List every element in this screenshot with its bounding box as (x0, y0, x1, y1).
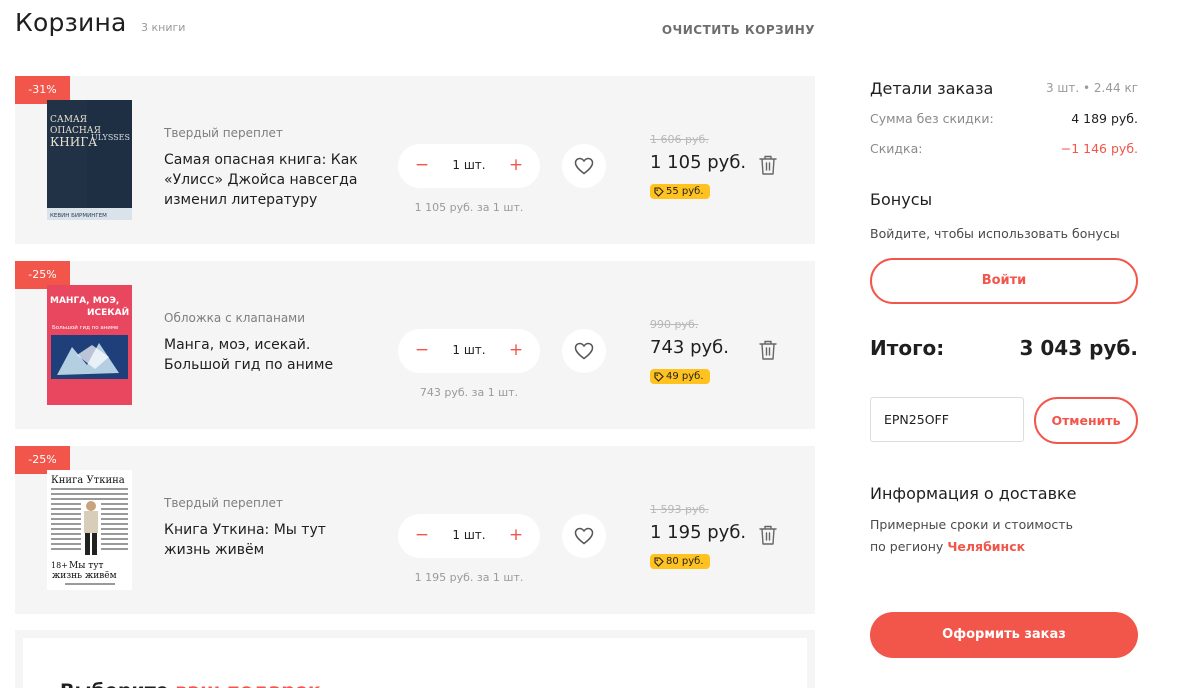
price: 1 105 руб. (650, 152, 747, 173)
unit-price: 1 105 руб. за 1 шт. (414, 201, 524, 214)
unit-price: 1 195 руб. за 1 шт. (414, 571, 524, 584)
book-title-link[interactable]: Книга Уткина: Мы тут жизнь живём (164, 520, 369, 560)
binding-type: Обложка с клапанами (164, 311, 306, 325)
quantity-stepper: − 1 шт. + (398, 514, 540, 558)
old-price: 1 606 руб. (650, 133, 709, 146)
cover-bottom-line: жизнь живём (52, 571, 117, 581)
book-cover-image: МАНГА, МОЭ, ИСЕКАЙ Большой гид по аниме (47, 285, 132, 405)
gift-panel: Выберите ваш подарок (23, 638, 807, 688)
delete-item-button[interactable] (758, 524, 778, 546)
book-cover[interactable]: САМАЯ ОПАСНАЯ КНИГА ULYSSES КЕВИН БИРМИН… (47, 100, 132, 220)
price: 1 195 руб. (650, 522, 747, 543)
delivery-info: Примерные сроки и стоимость по региону Ч… (870, 514, 1138, 558)
delivery-text: Примерные сроки и стоимость (870, 517, 1073, 532)
cover-title-line: САМАЯ (50, 115, 87, 125)
quantity-stepper: − 1 шт. + (398, 329, 540, 373)
favorite-button[interactable] (562, 144, 606, 188)
cart-item: -25% Книга Уткина 18+ Мы тут жизнь живём… (15, 446, 815, 614)
cover-age-label: 18+ (51, 561, 68, 570)
page-title: Корзина (15, 8, 127, 37)
order-sidebar: Детали заказа 3 шт. • 2.44 кг Сумма без … (870, 0, 1138, 688)
increase-quantity-button[interactable]: + (508, 155, 524, 175)
book-cover[interactable]: Книга Уткина 18+ Мы тут жизнь живём (47, 470, 132, 590)
book-cover[interactable]: МАНГА, МОЭ, ИСЕКАЙ Большой гид по аниме (47, 285, 132, 405)
old-price: 1 593 руб. (650, 503, 709, 516)
bonus-hint: Войдите, чтобы использовать бонусы (870, 226, 1120, 241)
bonus-amount: 80 руб. (666, 556, 704, 567)
tag-icon (654, 186, 664, 197)
bonus-title: Бонусы (870, 190, 933, 209)
bonus-badge: 49 руб. (650, 369, 710, 384)
cover-title-line: МАНГА, МОЭ, (50, 296, 119, 306)
heart-icon (574, 157, 594, 175)
increase-quantity-button[interactable]: + (508, 525, 524, 545)
sum-value: 4 189 руб. (1071, 111, 1138, 126)
gift-section: Выберите ваш подарок (15, 630, 815, 688)
old-price: 990 руб. (650, 318, 699, 331)
book-cover-image: САМАЯ ОПАСНАЯ КНИГА ULYSSES КЕВИН БИРМИН… (47, 100, 132, 220)
cover-spine: ULYSSES (91, 133, 130, 142)
cart-item: -31% САМАЯ ОПАСНАЯ КНИГА ULYSSES КЕВИН Б… (15, 76, 815, 244)
total-label: Итого: (870, 336, 945, 360)
login-button[interactable]: Войти (870, 258, 1138, 304)
binding-type: Твердый переплет (164, 126, 283, 140)
delivery-title: Информация о доставке (870, 484, 1077, 503)
delete-item-button[interactable] (758, 154, 778, 176)
clear-cart-button[interactable]: ОЧИСТИТЬ КОРЗИНУ (662, 23, 815, 37)
trash-icon (759, 340, 777, 360)
book-cover-image: Книга Уткина 18+ Мы тут жизнь живём (47, 470, 132, 590)
cover-title-line: ИСЕКАЙ (87, 306, 129, 318)
bonus-badge: 55 руб. (650, 184, 710, 199)
trash-icon (759, 155, 777, 175)
total-value: 3 043 руб. (1019, 336, 1138, 360)
bonus-amount: 55 руб. (666, 186, 704, 197)
promo-code-input[interactable] (870, 397, 1024, 442)
tag-icon (654, 371, 664, 382)
favorite-button[interactable] (562, 329, 606, 373)
checkout-button[interactable]: Оформить заказ (870, 612, 1138, 658)
sum-label: Сумма без скидки: (870, 111, 994, 126)
favorite-button[interactable] (562, 514, 606, 558)
tag-icon (654, 556, 664, 567)
quantity-stepper: − 1 шт. + (398, 144, 540, 188)
increase-quantity-button[interactable]: + (508, 340, 524, 360)
trash-icon (759, 525, 777, 545)
bonus-amount: 49 руб. (666, 371, 704, 382)
heart-icon (574, 527, 594, 545)
gift-title-accent: ваш подарок (175, 680, 321, 688)
heart-icon (574, 342, 594, 360)
order-meta: 3 шт. • 2.44 кг (1045, 81, 1138, 95)
binding-type: Твердый переплет (164, 496, 283, 510)
cancel-promo-button[interactable]: Отменить (1034, 397, 1138, 444)
gift-title-text: Выберите (60, 680, 169, 688)
cart-header: Корзина 3 книги ОЧИСТИТЬ КОРЗИНУ (15, 8, 815, 48)
cover-bottom-line: Мы тут (69, 561, 104, 571)
book-title-link[interactable]: Самая опасная книга: Как «Улисс» Джойса … (164, 150, 369, 210)
unit-price: 743 руб. за 1 шт. (419, 386, 519, 399)
discount-value: −1 146 руб. (1060, 141, 1138, 156)
book-count: 3 книги (141, 21, 186, 34)
price: 743 руб. (650, 337, 729, 358)
cover-subtitle: Большой гид по аниме (52, 324, 119, 331)
order-details-title: Детали заказа (870, 79, 994, 98)
delivery-city-link[interactable]: Челябинск (947, 539, 1025, 554)
cart-item: -25% МАНГА, МОЭ, ИСЕКАЙ Большой гид по а… (15, 261, 815, 429)
cover-title: Книга Уткина (51, 475, 125, 486)
bonus-badge: 80 руб. (650, 554, 710, 569)
delete-item-button[interactable] (758, 339, 778, 361)
discount-label: Скидка: (870, 141, 923, 156)
book-title-link[interactable]: Манга, моэ, исекай. Большой гид по аниме (164, 335, 369, 375)
gift-title: Выберите ваш подарок (60, 680, 321, 688)
cover-author: КЕВИН БИРМИНГЕМ (50, 213, 107, 219)
delivery-prefix: по региону (870, 539, 944, 554)
